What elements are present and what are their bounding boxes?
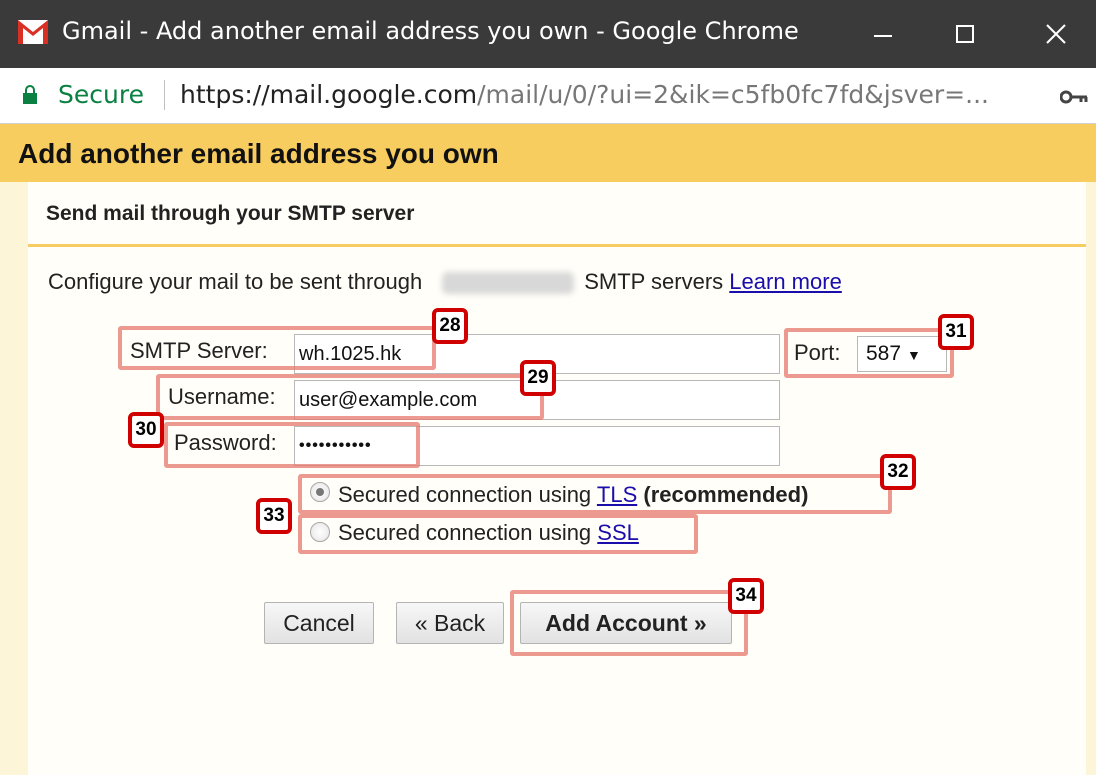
lock-icon <box>23 85 37 104</box>
key-icon[interactable] <box>1060 90 1088 104</box>
url-text[interactable]: https://mail.google.com/mail/u/0/?ui=2&i… <box>180 80 989 109</box>
highlight-port <box>784 328 954 378</box>
description: Configure your mail to be sent through SM… <box>48 269 842 295</box>
close-icon[interactable] <box>1036 14 1076 54</box>
section-heading: Send mail through your SMTP server <box>46 202 415 225</box>
cancel-button[interactable]: Cancel <box>264 602 374 644</box>
highlight-ssl <box>298 514 698 554</box>
address-divider <box>164 80 165 110</box>
annotation-badge-28: 28 <box>432 308 468 344</box>
annotation-badge-32: 32 <box>880 454 916 490</box>
annotation-badge-31: 31 <box>938 314 974 350</box>
maximize-icon[interactable] <box>945 14 985 54</box>
annotation-badge-33: 33 <box>256 498 292 534</box>
window-title: Gmail - Add another email address you ow… <box>62 17 799 45</box>
highlight-username <box>156 374 544 420</box>
description-suffix: SMTP servers <box>584 269 724 294</box>
highlight-password <box>164 422 420 468</box>
minimize-icon[interactable] <box>864 14 904 54</box>
annotation-badge-34: 34 <box>728 578 764 614</box>
highlight-tls <box>298 474 892 514</box>
page-header: Add another email address you own <box>0 124 1096 182</box>
highlight-smtp-server <box>118 326 436 370</box>
annotation-badge-29: 29 <box>520 360 556 396</box>
window-titlebar: Gmail - Add another email address you ow… <box>0 0 1096 68</box>
url-path: /mail/u/0/?ui=2&ik=c5fb0fc7fd&jsver=... <box>477 80 989 109</box>
highlight-add-account <box>510 590 748 656</box>
learn-more-link[interactable]: Learn more <box>729 269 842 294</box>
page-title: Add another email address you own <box>18 138 499 169</box>
gmail-logo-icon <box>18 20 48 44</box>
section-divider <box>28 244 1086 247</box>
url-host: https://mail.google.com <box>180 80 478 109</box>
address-bar[interactable]: Secure https://mail.google.com/mail/u/0/… <box>0 68 1096 124</box>
back-button[interactable]: « Back <box>396 602 504 644</box>
blurred-domain <box>442 272 575 295</box>
annotation-badge-30: 30 <box>128 412 164 448</box>
secure-label: Secure <box>58 80 144 109</box>
description-prefix: Configure your mail to be sent through <box>48 269 423 294</box>
